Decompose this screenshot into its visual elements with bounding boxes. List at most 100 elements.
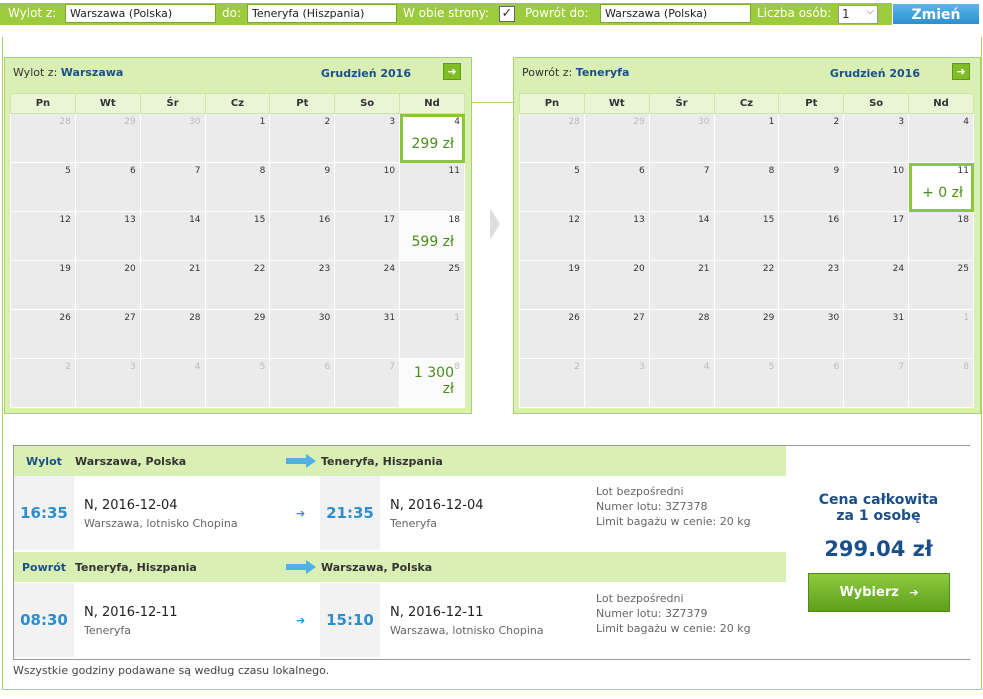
- calendar-day[interactable]: 2: [269, 113, 336, 163]
- calendar-day[interactable]: 10: [843, 162, 910, 212]
- calendar-day[interactable]: 28: [139, 309, 206, 359]
- calendar-day[interactable]: 29: [204, 309, 271, 359]
- calendar-day[interactable]: 3: [334, 113, 401, 163]
- calendar-day[interactable]: 3: [583, 358, 650, 408]
- calendar-day[interactable]: 13: [583, 211, 650, 261]
- calendar-day[interactable]: 19: [519, 260, 585, 310]
- calendar-day[interactable]: 2: [10, 358, 76, 408]
- calendar-day[interactable]: 1: [908, 309, 974, 359]
- calendar-day[interactable]: 29: [583, 113, 650, 163]
- calendar-day[interactable]: 14: [648, 211, 715, 261]
- calendar-day[interactable]: 1: [399, 309, 465, 359]
- calendar-day[interactable]: 22: [204, 260, 271, 310]
- calendar-day[interactable]: 24: [843, 260, 910, 310]
- calendar-day[interactable]: 4: [648, 358, 715, 408]
- calendar-day[interactable]: 4 299 zł: [399, 113, 465, 163]
- calendar-day[interactable]: 18 599 zł: [399, 211, 465, 261]
- calendar-day[interactable]: 28: [648, 309, 715, 359]
- calendar-day[interactable]: 7: [843, 358, 910, 408]
- calendar-day[interactable]: 12: [519, 211, 585, 261]
- calendar-day[interactable]: 13: [74, 211, 141, 261]
- calendar-day[interactable]: 6: [778, 358, 845, 408]
- calendar-day[interactable]: 28: [519, 113, 585, 163]
- calendar-day[interactable]: 18: [908, 211, 974, 261]
- calendar-day[interactable]: 30: [139, 113, 206, 163]
- calendar-day[interactable]: 19: [10, 260, 76, 310]
- roundtrip-checkbox[interactable]: ✓: [499, 6, 515, 22]
- calendar-day[interactable]: 6: [74, 162, 141, 212]
- next-month-arrow-icon[interactable]: ➜: [443, 63, 461, 80]
- calendar-day[interactable]: 24: [334, 260, 401, 310]
- calendar-day[interactable]: 4: [139, 358, 206, 408]
- calendar-day[interactable]: 23: [778, 260, 845, 310]
- next-month-arrow-icon[interactable]: ➜: [952, 63, 970, 80]
- calendar-day[interactable]: 27: [583, 309, 650, 359]
- calendar-day[interactable]: 29: [713, 309, 780, 359]
- calendar-day[interactable]: 8: [713, 162, 780, 212]
- calendar-day[interactable]: 31: [334, 309, 401, 359]
- calendar-day[interactable]: 26: [519, 309, 585, 359]
- calendar-day[interactable]: 25: [399, 260, 465, 310]
- calendar-day[interactable]: 3: [843, 113, 910, 163]
- calendar-day[interactable]: 12: [10, 211, 76, 261]
- calendar-day[interactable]: 5: [713, 358, 780, 408]
- calendar-day[interactable]: 5: [204, 358, 271, 408]
- day-number: 1: [768, 117, 775, 127]
- day-number: 2: [574, 362, 580, 372]
- calendar-day[interactable]: 6: [269, 358, 336, 408]
- persons-select[interactable]: 1 ⌵: [838, 5, 878, 24]
- calendar-day[interactable]: 81 300 zł: [399, 358, 465, 408]
- calendar-day[interactable]: 15: [713, 211, 780, 261]
- calendar-day[interactable]: 11: [399, 162, 465, 212]
- arrival-time: 15:10: [320, 583, 380, 657]
- calendar-day[interactable]: 15: [204, 211, 271, 261]
- calendar-day[interactable]: 9: [778, 162, 845, 212]
- calendar-day[interactable]: 17: [843, 211, 910, 261]
- calendar-day[interactable]: 20: [74, 260, 141, 310]
- calendar-day[interactable]: 30: [648, 113, 715, 163]
- departure-calendar: Wylot z: Warszawa Grudzień 2016 ➜ Pn Wt Śr…: [4, 57, 472, 414]
- calendar-day[interactable]: 21: [648, 260, 715, 310]
- calendar-day[interactable]: 20: [583, 260, 650, 310]
- calendar-day[interactable]: 21: [139, 260, 206, 310]
- calendar-day[interactable]: 1: [713, 113, 780, 163]
- calendar-day[interactable]: 7: [648, 162, 715, 212]
- calendar-day[interactable]: 2: [519, 358, 585, 408]
- calendar-day[interactable]: 1: [204, 113, 271, 163]
- calendar-day[interactable]: 4: [908, 113, 974, 163]
- calendar-day[interactable]: 11 + 0 zł: [908, 162, 974, 212]
- calendar-day[interactable]: 16: [778, 211, 845, 261]
- select-flight-button[interactable]: Wybierz ➔: [808, 573, 950, 612]
- calendar-day[interactable]: 27: [74, 309, 141, 359]
- calendar-day[interactable]: 29: [74, 113, 141, 163]
- calendar-day[interactable]: 30: [778, 309, 845, 359]
- change-search-button[interactable]: Zmień: [892, 3, 980, 25]
- day-price: + 0 zł: [922, 185, 963, 201]
- calendar-day[interactable]: 2: [778, 113, 845, 163]
- calendar-day[interactable]: 17: [334, 211, 401, 261]
- calendar-day[interactable]: 23: [269, 260, 336, 310]
- calendar-day[interactable]: 14: [139, 211, 206, 261]
- calendar-day[interactable]: 22: [713, 260, 780, 310]
- calendar-day[interactable]: 30: [269, 309, 336, 359]
- calendar-day[interactable]: 10: [334, 162, 401, 212]
- calendar-day[interactable]: 8: [204, 162, 271, 212]
- calendar-day[interactable]: 5: [10, 162, 76, 212]
- calendar-day[interactable]: 3: [74, 358, 141, 408]
- flight-number: Numer lotu: 3Z7379: [596, 607, 708, 620]
- day-number: 1: [454, 313, 460, 323]
- calendar-day[interactable]: 31: [843, 309, 910, 359]
- calendar-day[interactable]: 16: [269, 211, 336, 261]
- calendar-day[interactable]: 9: [269, 162, 336, 212]
- calendar-day[interactable]: 8: [908, 358, 974, 408]
- calendar-day[interactable]: 7: [334, 358, 401, 408]
- calendar-day[interactable]: 7: [139, 162, 206, 212]
- return-input[interactable]: Warszawa (Polska): [600, 4, 751, 23]
- from-input[interactable]: Warszawa (Polska): [65, 4, 216, 23]
- calendar-day[interactable]: 26: [10, 309, 76, 359]
- calendar-day[interactable]: 28: [10, 113, 76, 163]
- calendar-day[interactable]: 5: [519, 162, 585, 212]
- calendar-day[interactable]: 25: [908, 260, 974, 310]
- calendar-day[interactable]: 6: [583, 162, 650, 212]
- to-input[interactable]: Teneryfa (Hiszpania): [247, 4, 397, 23]
